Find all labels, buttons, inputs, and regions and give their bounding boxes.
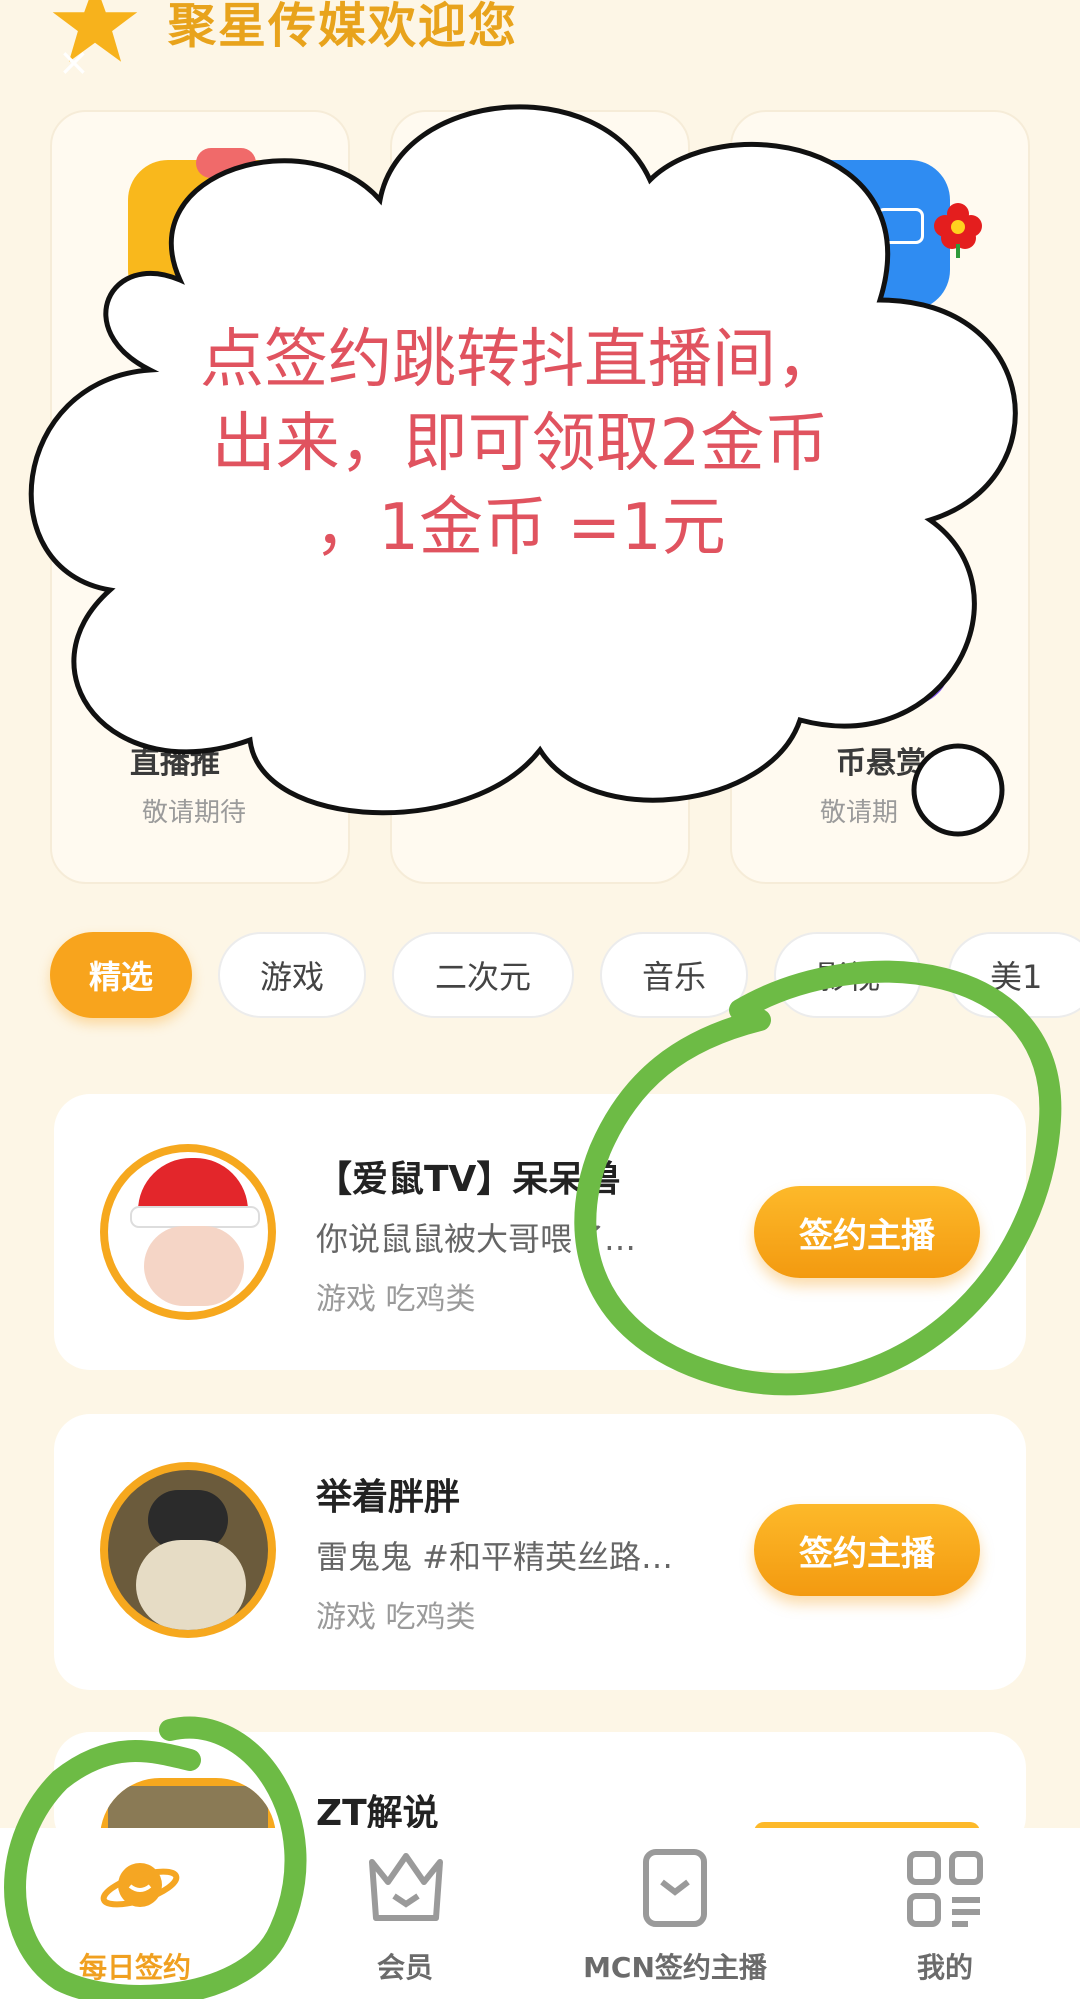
streamer-desc: 雷鬼鬼 #和平精英丝路… (316, 1538, 673, 1576)
avatar (100, 1144, 276, 1320)
crown-icon (369, 1853, 443, 1921)
cloud-line-3: ，1金币 =1元 (314, 491, 726, 565)
grid-icon (907, 1851, 983, 1927)
cloud-line-2: 出来，即可领取2金币 (211, 407, 829, 481)
nav-mine[interactable]: 我的 (810, 1828, 1080, 1999)
nav-label: MCN签约主播 (583, 1951, 767, 1984)
streamer-name: 举着胖胖 (316, 1477, 461, 1518)
nav-label: 我的 (916, 1951, 973, 1984)
annotation-circle-nav (4, 1716, 307, 1999)
streamer-tags: 游戏 吃鸡类 (316, 1282, 476, 1317)
cloud-line-1: 点签约跳转抖直播间， (200, 323, 840, 397)
avatar (100, 1462, 276, 1638)
tab-games[interactable]: 游戏 (218, 932, 366, 1018)
nav-mcn-sign[interactable]: MCN签约主播 (540, 1828, 810, 1999)
cloud-message: 点签约跳转抖直播间， 出来，即可领取2金币 ，1金币 =1元 (90, 318, 950, 570)
streamer-tags: 游戏 吃鸡类 (316, 1600, 476, 1635)
document-icon (643, 1849, 707, 1927)
tab-featured[interactable]: 精选 (50, 932, 192, 1018)
page-title: 聚星传媒欢迎您 (168, 0, 519, 54)
annotation-circle-sign (574, 960, 1062, 1396)
sign-streamer-button[interactable]: 签约主播 (754, 1504, 980, 1596)
